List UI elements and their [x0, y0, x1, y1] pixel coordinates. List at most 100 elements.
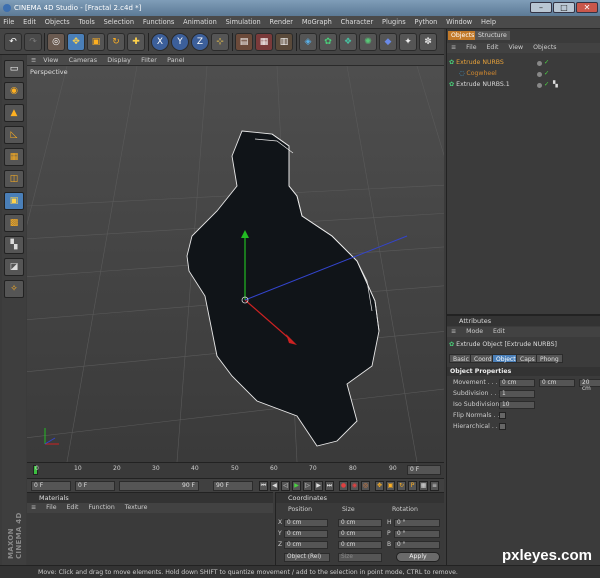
visibility-dot[interactable] — [537, 72, 542, 77]
render-view-icon[interactable]: ▤ — [235, 33, 253, 51]
prev-key-icon[interactable]: ◀ — [270, 481, 279, 491]
next-key-icon[interactable]: ▶ — [314, 481, 323, 491]
menu-character[interactable]: Character — [337, 16, 376, 29]
object-row-extrude-nurbs-1[interactable]: ✿ Extrude NURBS.1 ✓ ▚ — [449, 80, 599, 90]
position-x-field[interactable]: 0 cm — [284, 519, 328, 527]
objects-menu-objects[interactable]: Objects — [529, 43, 560, 53]
snap-icon[interactable]: ◪ — [4, 258, 24, 276]
min-frame-field[interactable]: 90 F — [119, 481, 199, 491]
size-y-field[interactable]: 0 cm — [338, 530, 382, 538]
edges-mode-icon[interactable]: ◺ — [4, 126, 24, 144]
sphere-icon[interactable]: ✺ — [359, 33, 377, 51]
live-selection-icon[interactable]: ◎ — [47, 33, 65, 51]
minimize-button[interactable]: – — [530, 2, 552, 13]
object-row-cogwheel[interactable]: ◌ Cogwheel ✓ — [459, 69, 599, 79]
flip-normals-checkbox[interactable] — [499, 412, 506, 419]
tab-phong[interactable]: Phong — [536, 354, 563, 363]
key-parameter-icon[interactable]: P — [408, 481, 417, 491]
play-icon[interactable]: ▶ — [292, 481, 301, 491]
prev-frame-icon[interactable]: ◁ — [281, 481, 290, 491]
objects-menu-file[interactable]: File — [462, 43, 480, 53]
menu-plugins[interactable]: Plugins — [379, 16, 409, 29]
move-icon[interactable]: ✥ — [67, 33, 85, 51]
next-frame-icon[interactable]: ▷ — [303, 481, 312, 491]
undo-icon[interactable]: ↶ — [4, 33, 22, 51]
keyframe-selection-icon[interactable]: ◎ — [361, 481, 370, 491]
material-tag-icon[interactable]: ▚ — [553, 80, 558, 90]
visibility-dot[interactable] — [537, 61, 542, 66]
maximize-button[interactable]: □ — [553, 2, 575, 13]
perspective-viewport[interactable]: Perspective — [27, 66, 444, 462]
viewport-menu-panel[interactable]: Panel — [163, 55, 188, 66]
menu-window[interactable]: Window — [443, 16, 476, 29]
menu-tools[interactable]: Tools — [75, 16, 98, 29]
rotation-p-field[interactable]: 0 ° — [394, 530, 440, 538]
menu-simulation[interactable]: Simulation — [222, 16, 264, 29]
nurbs-icon[interactable]: ✿ — [319, 33, 337, 51]
menu-help[interactable]: Help — [478, 16, 500, 29]
uv-mode-icon[interactable]: ◫ — [4, 170, 24, 188]
rotation-b-field[interactable]: 0 ° — [394, 541, 440, 549]
menu-selection[interactable]: Selection — [100, 16, 137, 29]
close-button[interactable]: ✕ — [576, 2, 598, 13]
menu-mograph[interactable]: MoGraph — [299, 16, 336, 29]
go-end-icon[interactable]: ⏭ — [325, 481, 334, 491]
viewport-menu-cameras[interactable]: Cameras — [65, 55, 101, 66]
key-position-icon[interactable]: ✥ — [375, 481, 384, 491]
autokey-icon[interactable]: ◉ — [350, 481, 359, 491]
viewport-menu-filter[interactable]: Filter — [137, 55, 161, 66]
menu-edit[interactable]: Edit — [20, 16, 39, 29]
tab-objects[interactable]: Objects — [448, 31, 478, 40]
scale-icon[interactable]: ▣ — [87, 33, 105, 51]
iso-subdivision-field[interactable]: 10 — [499, 401, 535, 409]
attributes-menu-edit[interactable]: Edit — [489, 327, 509, 337]
size-mode-select[interactable]: Size — [338, 553, 382, 562]
menu-functions[interactable]: Functions — [140, 16, 178, 29]
polygons-mode-icon[interactable]: ▦ — [4, 148, 24, 166]
go-start-icon[interactable]: ⏮ — [259, 481, 268, 491]
rotate-icon[interactable]: ↻ — [107, 33, 125, 51]
movement-x-field[interactable]: 0 cm — [499, 379, 535, 387]
materials-menu-edit[interactable]: Edit — [62, 503, 82, 513]
timeline-settings-icon[interactable]: ≡ — [430, 481, 439, 491]
tab-structure[interactable]: Structure — [475, 31, 510, 40]
max-frame-field[interactable]: 90 F — [213, 481, 253, 491]
z-axis-icon[interactable]: Z — [191, 33, 209, 51]
scene-icon[interactable]: ✽ — [419, 33, 437, 51]
menu-python[interactable]: Python — [411, 16, 440, 29]
materials-menu-function[interactable]: Function — [84, 503, 118, 513]
key-scale-icon[interactable]: ▣ — [386, 481, 395, 491]
apply-button[interactable]: Apply — [396, 552, 440, 562]
last-tool-icon[interactable]: ✚ — [127, 33, 145, 51]
key-rotation-icon[interactable]: ↻ — [397, 481, 406, 491]
start-frame-field[interactable]: 0 F — [31, 481, 71, 491]
attributes-menu-mode[interactable]: Mode — [462, 327, 487, 337]
enabled-check-icon[interactable]: ✓ — [544, 69, 549, 79]
position-y-field[interactable]: 0 cm — [284, 530, 328, 538]
objects-menu-edit[interactable]: Edit — [482, 43, 502, 53]
size-z-field[interactable]: 0 cm — [338, 541, 382, 549]
menu-animation[interactable]: Animation — [180, 16, 220, 29]
deformer-icon[interactable]: ◆ — [379, 33, 397, 51]
menu-render[interactable]: Render — [266, 16, 296, 29]
model-mode-icon[interactable]: ▣ — [4, 192, 24, 210]
menu-file[interactable]: File — [0, 16, 18, 29]
light-icon[interactable]: ✦ — [399, 33, 417, 51]
record-icon[interactable]: ● — [339, 481, 348, 491]
objects-menu-view[interactable]: View — [504, 43, 527, 53]
current-frame-field[interactable]: 0 F — [75, 481, 115, 491]
enabled-check-icon[interactable]: ✓ — [544, 58, 549, 68]
menu-objects[interactable]: Objects — [41, 16, 73, 29]
size-x-field[interactable]: 0 cm — [338, 519, 382, 527]
points-mode-icon[interactable]: ▲ — [4, 104, 24, 122]
object-row-extrude-nurbs[interactable]: ✿ Extrude NURBS ✓ — [449, 58, 599, 68]
texture-mode-icon[interactable]: ▩ — [4, 214, 24, 232]
visibility-dot[interactable] — [537, 83, 542, 88]
materials-menu-texture[interactable]: Texture — [121, 503, 152, 513]
rotation-h-field[interactable]: 0 ° — [394, 519, 440, 527]
render-settings-icon[interactable]: ▥ — [275, 33, 293, 51]
materials-menu-file[interactable]: File — [42, 503, 60, 513]
timeline-end-field[interactable]: 0 F — [407, 465, 441, 475]
y-axis-icon[interactable]: Y — [171, 33, 189, 51]
coordinate-mode-select[interactable]: Object (Rel) — [284, 553, 330, 562]
